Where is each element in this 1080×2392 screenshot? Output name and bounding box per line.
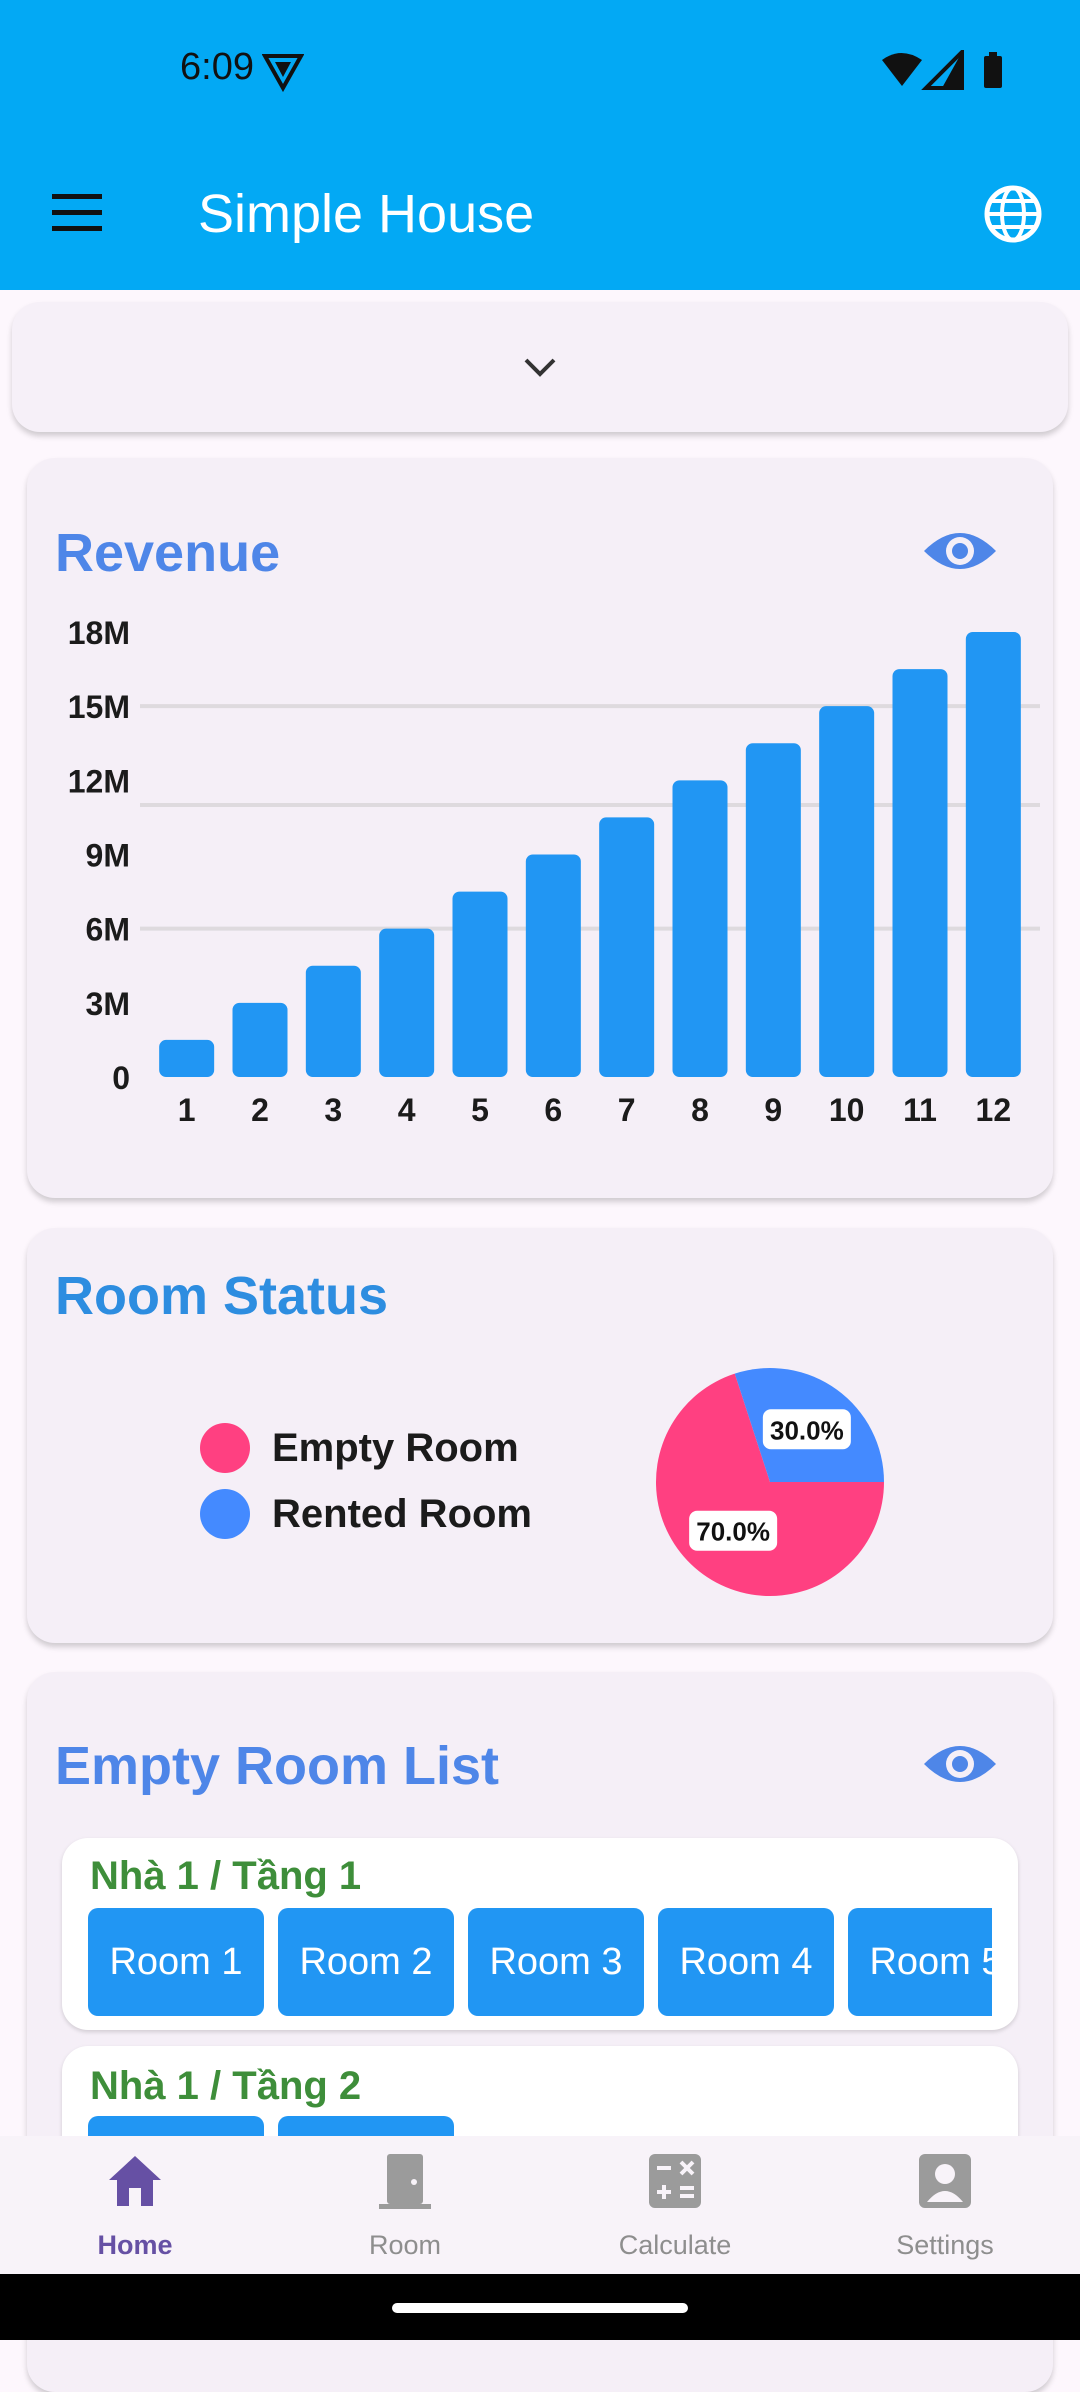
pie-data-label: 30.0% [770,1415,844,1445]
x-tick-label: 9 [764,1092,782,1128]
bar [672,780,728,1077]
bottom-navigation: Home Room Calculate Settings [0,2136,1080,2274]
floor-title: Nhà 1 / Tầng 2 [90,2064,362,2108]
y-tick-label: 3M [86,986,130,1022]
person-icon [919,2154,971,2208]
home-icon [109,2156,161,2206]
y-tick-label: 18M [68,615,130,651]
bar [599,817,655,1077]
nav-label: Room [368,2230,442,2260]
vpn-icon [262,54,304,92]
nav-label: Calculate [618,2230,732,2260]
battery-icon [984,56,1002,88]
wifi-icon [882,53,922,86]
menu-icon[interactable] [50,190,106,236]
calculator-icon [649,2154,701,2208]
x-tick-label: 5 [471,1092,489,1128]
room-button-row[interactable]: Room 1 Room 2 Room 3 Room 4 Room 5 [88,1908,992,2018]
app-title: Simple House [198,184,535,244]
bar [305,965,361,1077]
x-tick-label: 12 [976,1092,1012,1128]
nav-settings[interactable]: Settings [810,2136,1080,2274]
door-icon [379,2154,431,2209]
y-tick-label: 9M [86,838,130,874]
bar [452,891,508,1077]
eye-icon[interactable] [922,1738,998,1790]
nav-label: Home [97,2230,173,2260]
status-icons [882,50,1002,90]
room-button[interactable]: Room 5 [848,1908,992,2016]
nav-calculate[interactable]: Calculate [540,2136,810,2274]
nav-room[interactable]: Room [270,2136,540,2274]
chevron-down-icon[interactable] [520,352,560,382]
bar [965,632,1021,1077]
empty-room-list-title: Empty Room List [55,1736,500,1796]
legend-label-empty-room: Empty Room [272,1426,519,1470]
bar [525,854,581,1077]
x-tick-label: 4 [398,1092,416,1128]
room-button[interactable]: Room 3 [468,1908,644,2016]
revenue-bar-chart: 03M6M9M12M15M18M1 2 3 4 5 6 7 8 9 10 11 12 [68,615,1040,1128]
revenue-title: Revenue [55,523,281,583]
bar [379,928,435,1077]
room-status-pie-chart: 70.0% 30.0% [656,1368,884,1596]
y-tick-label: 12M [68,763,130,799]
globe-icon[interactable] [982,183,1044,245]
x-tick-label: 10 [829,1092,865,1128]
bar [159,1039,215,1077]
nav-label: Settings [896,2230,994,2260]
room-button[interactable]: Room 4 [658,1908,834,2016]
eye-icon[interactable] [922,525,998,577]
room-button[interactable]: Room 2 [278,1908,454,2016]
legend-dot-empty-room [200,1423,250,1473]
floor-card: Nhà 1 / Tầng 1 Room 1 Room 2 Room 3 Room… [62,1838,1018,2030]
status-time: 6:09 [180,46,254,88]
y-tick-label: 6M [86,912,130,948]
pie-data-label: 70.0% [696,1517,770,1547]
app-bar [0,0,1080,290]
bar [819,706,875,1077]
bar [745,743,801,1077]
gesture-handle[interactable] [392,2303,688,2313]
legend-dot-rented-room [200,1489,250,1539]
x-tick-label: 8 [691,1092,709,1128]
nav-home[interactable]: Home [0,2136,270,2274]
y-tick-label: 15M [68,689,130,725]
x-tick-label: 11 [903,1092,937,1128]
x-tick-label: 1 [178,1092,196,1128]
x-tick-label: 3 [324,1092,342,1128]
bar [892,669,948,1077]
x-tick-label: 2 [251,1092,269,1128]
bar [232,1002,288,1077]
room-button[interactable]: Room 1 [88,1908,264,2016]
x-tick-label: 7 [618,1092,636,1128]
x-tick-label: 6 [544,1092,562,1128]
room-status-title: Room Status [55,1266,389,1326]
floor-title: Nhà 1 / Tầng 1 [90,1854,362,1898]
y-tick-label: 0 [112,1060,130,1096]
legend-label-rented-room: Rented Room [272,1492,532,1536]
